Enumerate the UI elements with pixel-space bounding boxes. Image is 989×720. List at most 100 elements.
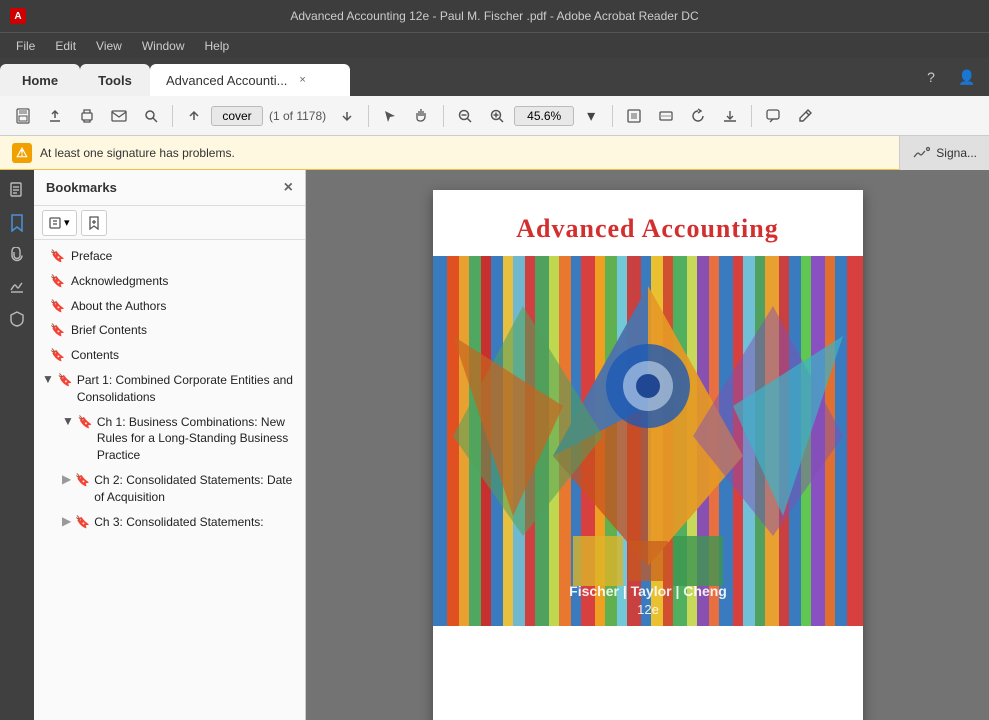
prev-page-button[interactable] xyxy=(179,101,209,131)
bookmark-about-authors-label: About the Authors xyxy=(71,298,297,315)
bookmark-brief-contents[interactable]: 🔖 Brief Contents xyxy=(34,318,305,343)
menu-window[interactable]: Window xyxy=(132,36,195,56)
separator-1 xyxy=(172,105,173,127)
attachments-panel-button[interactable] xyxy=(4,242,30,268)
tab-tools-label: Tools xyxy=(98,73,132,88)
bookmark-ch2[interactable]: ▶ 🔖 Ch 2: Consolidated Statements: Date … xyxy=(34,468,305,510)
rotate-button[interactable] xyxy=(683,101,713,131)
title-text: Advanced Accounting 12e - Paul M. Fische… xyxy=(290,9,698,23)
account-button[interactable]: 👤 xyxy=(953,63,981,91)
bookmark-brief-contents-label: Brief Contents xyxy=(71,322,297,339)
tab-document[interactable]: Advanced Accounti... × xyxy=(150,64,350,96)
bookmark-acknowledgments-label: Acknowledgments xyxy=(71,273,297,290)
tabbar: Home Tools Advanced Accounti... × ? 👤 xyxy=(0,58,989,96)
bookmark-acknowledgments[interactable]: 🔖 Acknowledgments xyxy=(34,269,305,294)
fit-width-button[interactable] xyxy=(651,101,681,131)
warning-icon: ⚠ xyxy=(12,143,32,163)
menu-edit[interactable]: Edit xyxy=(45,36,86,56)
warning-bar: ⚠ At least one signature has problems. S… xyxy=(0,136,989,170)
bookmark-preface[interactable]: 🔖 Preface xyxy=(34,244,305,269)
menu-help[interactable]: Help xyxy=(195,36,240,56)
ch1-collapse-icon: ▼ xyxy=(62,414,74,428)
help-button[interactable]: ? xyxy=(917,63,945,91)
extract-button[interactable] xyxy=(715,101,745,131)
bookmarks-panel: Bookmarks × ▾ 🔖 Preface 🔖 Acknowledgment… xyxy=(34,170,306,720)
bookmarks-title: Bookmarks xyxy=(46,180,117,195)
pen-button[interactable] xyxy=(790,101,820,131)
pdf-viewer: Advanced Accounting xyxy=(306,170,989,720)
tab-doc-label: Advanced Accounti... xyxy=(166,73,287,88)
bookmark-ribbon-icon-5: 🔖 xyxy=(50,348,65,362)
menu-file[interactable]: File xyxy=(6,36,45,56)
part1-collapse-icon: ▼ xyxy=(42,372,54,386)
tab-home-label: Home xyxy=(22,73,58,88)
security-panel-button[interactable] xyxy=(4,306,30,332)
separator-2 xyxy=(368,105,369,127)
bookmark-ch2-label: Ch 2: Consolidated Statements: Date of A… xyxy=(94,472,297,506)
toolbar: (1 of 1178) ▾ xyxy=(0,96,989,136)
cover-svg: Fischer | Taylor | Cheng 12e xyxy=(433,256,863,626)
bookmark-ribbon-icon: 🔖 xyxy=(50,249,65,263)
book-title: Advanced Accounting xyxy=(500,190,794,256)
zoom-in-button[interactable] xyxy=(482,101,512,131)
page-total: (1 of 1178) xyxy=(265,109,330,123)
bookmark-ribbon-icon-2: 🔖 xyxy=(50,274,65,288)
pdf-page: Advanced Accounting xyxy=(433,190,863,720)
signatures-panel-button[interactable] xyxy=(4,274,30,300)
fit-page-button[interactable] xyxy=(619,101,649,131)
bookmarks-list: 🔖 Preface 🔖 Acknowledgments 🔖 About the … xyxy=(34,240,305,720)
search-button[interactable] xyxy=(136,101,166,131)
bookmarks-close-button[interactable]: × xyxy=(284,179,293,197)
menubar: File Edit View Window Help xyxy=(0,32,989,58)
ch3-expand-icon: ▶ xyxy=(62,514,71,528)
app-icon: A xyxy=(10,8,26,24)
separator-5 xyxy=(751,105,752,127)
bookmark-part1-label: Part 1: Combined Corporate Entities and … xyxy=(77,372,297,406)
main-area: Bookmarks × ▾ 🔖 Preface 🔖 Acknowledgment… xyxy=(0,170,989,720)
tab-close-button[interactable]: × xyxy=(295,72,309,88)
tab-home[interactable]: Home xyxy=(0,64,80,96)
bookmarks-toolbar: ▾ xyxy=(34,206,305,240)
pages-panel-button[interactable] xyxy=(4,178,30,204)
bookmark-ch1[interactable]: ▼ 🔖 Ch 1: Business Combinations: New Rul… xyxy=(34,410,305,468)
bookmarks-header: Bookmarks × xyxy=(34,170,305,206)
page-input[interactable] xyxy=(211,106,263,126)
titlebar: A Advanced Accounting 12e - Paul M. Fisc… xyxy=(0,0,989,32)
warning-text: At least one signature has problems. xyxy=(40,146,235,160)
ch2-expand-icon: ▶ xyxy=(62,472,71,486)
signature-btn-text: Signa... xyxy=(936,146,977,160)
signature-button[interactable]: Signa... xyxy=(899,136,989,170)
bookmark-ribbon-icon-9: 🔖 xyxy=(75,515,90,529)
bookmark-ch1-label: Ch 1: Business Combinations: New Rules f… xyxy=(97,414,297,464)
comment-button[interactable] xyxy=(758,101,788,131)
bookmark-ch3[interactable]: ▶ 🔖 Ch 3: Consolidated Statements: xyxy=(34,510,305,535)
bookmarks-panel-button[interactable] xyxy=(4,210,30,236)
zoom-dropdown-button[interactable]: ▾ xyxy=(576,101,606,131)
bookmark-about-authors[interactable]: 🔖 About the Authors xyxy=(34,294,305,319)
bookmark-ribbon-icon-8: 🔖 xyxy=(75,473,90,487)
bookmark-ribbon-icon-3: 🔖 xyxy=(50,299,65,313)
menu-view[interactable]: View xyxy=(86,36,132,56)
tab-bar-right: ? 👤 xyxy=(917,63,981,91)
hand-tool-button[interactable] xyxy=(407,101,437,131)
bookmark-expand-button[interactable]: ▾ xyxy=(42,210,77,236)
zoom-input[interactable] xyxy=(514,106,574,126)
tab-tools[interactable]: Tools xyxy=(80,64,150,96)
upload-button[interactable] xyxy=(40,101,70,131)
next-page-button[interactable] xyxy=(332,101,362,131)
sidebar-icons xyxy=(0,170,34,720)
bookmark-ch3-label: Ch 3: Consolidated Statements: xyxy=(94,514,297,531)
separator-4 xyxy=(612,105,613,127)
bookmark-ribbon-icon-4: 🔖 xyxy=(50,323,65,337)
svg-text:Fischer | Taylor | Cheng: Fischer | Taylor | Cheng xyxy=(569,583,727,599)
print-button[interactable] xyxy=(72,101,102,131)
bookmark-add-button[interactable] xyxy=(81,210,107,236)
bookmark-part1[interactable]: ▼ 🔖 Part 1: Combined Corporate Entities … xyxy=(34,368,305,410)
zoom-out-button[interactable] xyxy=(450,101,480,131)
cursor-tool-button[interactable] xyxy=(375,101,405,131)
bookmark-preface-label: Preface xyxy=(71,248,297,265)
mail-button[interactable] xyxy=(104,101,134,131)
save-button[interactable] xyxy=(8,101,38,131)
bookmark-contents[interactable]: 🔖 Contents xyxy=(34,343,305,368)
separator-3 xyxy=(443,105,444,127)
